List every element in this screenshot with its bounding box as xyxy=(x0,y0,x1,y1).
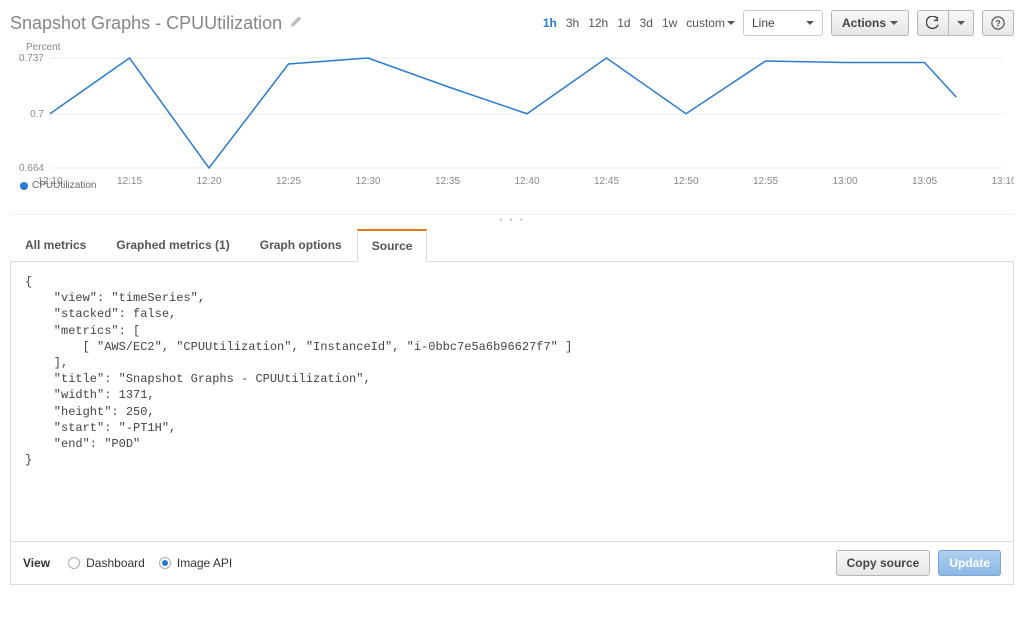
svg-text:12:20: 12:20 xyxy=(196,176,221,187)
range-1h[interactable]: 1h xyxy=(543,16,557,30)
copy-source-button[interactable]: Copy source xyxy=(836,550,931,576)
svg-text:12:55: 12:55 xyxy=(753,176,778,187)
range-custom-label: custom xyxy=(686,16,725,30)
refresh-menu-button[interactable] xyxy=(949,10,974,36)
range-custom[interactable]: custom xyxy=(686,16,735,30)
actions-label: Actions xyxy=(842,16,886,30)
footer-row: View Dashboard Image API Copy source Upd… xyxy=(10,542,1014,585)
chart-type-select[interactable]: Line xyxy=(743,10,823,36)
legend-label: CPUUtilization xyxy=(32,180,96,191)
range-3d[interactable]: 3d xyxy=(640,16,653,30)
refresh-icon xyxy=(926,16,940,30)
range-12h[interactable]: 12h xyxy=(588,16,608,30)
title-wrap: Snapshot Graphs - CPUUtilization xyxy=(10,13,302,34)
source-code-textarea[interactable]: { "view": "timeSeries", "stacked": false… xyxy=(10,262,1014,542)
range-3h[interactable]: 3h xyxy=(566,16,579,30)
radio-icon xyxy=(68,557,80,569)
svg-text:0.664: 0.664 xyxy=(19,163,44,174)
tab-graphed-metrics[interactable]: Graphed metrics (1) xyxy=(101,229,244,262)
chart-type-selected: Line xyxy=(752,16,775,30)
svg-text:12:50: 12:50 xyxy=(673,176,698,187)
svg-text:?: ? xyxy=(995,19,1000,29)
legend-dot-icon xyxy=(20,182,28,190)
help-icon: ? xyxy=(991,16,1005,30)
footer-buttons: Copy source Update xyxy=(836,550,1001,576)
tab-all-metrics[interactable]: All metrics xyxy=(10,229,101,262)
actions-menu-button[interactable]: Actions xyxy=(831,10,909,36)
svg-text:12:35: 12:35 xyxy=(435,176,460,187)
radio-image-api-label: Image API xyxy=(177,556,232,570)
svg-text:13:00: 13:00 xyxy=(832,176,857,187)
tab-source[interactable]: Source xyxy=(357,229,428,262)
chart-area: Percent 0.6640.70.73712:1012:1512:2012:2… xyxy=(10,40,1014,215)
edit-title-icon[interactable] xyxy=(290,16,302,31)
time-range-picker: 1h 3h 12h 1d 3d 1w custom xyxy=(543,16,735,30)
chevron-down-icon xyxy=(806,21,814,25)
radio-image-api[interactable]: Image API xyxy=(159,556,232,570)
update-button[interactable]: Update xyxy=(938,550,1001,576)
resize-grip-icon[interactable]: • • • xyxy=(10,215,1014,226)
chevron-down-icon xyxy=(727,21,735,25)
svg-text:12:40: 12:40 xyxy=(514,176,539,187)
y-axis-title: Percent xyxy=(26,42,60,53)
range-1w[interactable]: 1w xyxy=(662,16,677,30)
svg-text:13:05: 13:05 xyxy=(912,176,937,187)
toolbar-right: 1h 3h 12h 1d 3d 1w custom Line Actions xyxy=(543,10,1014,36)
refresh-button-group xyxy=(917,10,974,36)
svg-text:12:15: 12:15 xyxy=(117,176,142,187)
tab-graph-options[interactable]: Graph options xyxy=(245,229,357,262)
svg-text:12:30: 12:30 xyxy=(355,176,380,187)
radio-icon xyxy=(159,557,171,569)
svg-text:12:45: 12:45 xyxy=(594,176,619,187)
range-1d[interactable]: 1d xyxy=(617,16,630,30)
tabs-row: All metrics Graphed metrics (1) Graph op… xyxy=(10,228,1014,262)
chevron-down-icon xyxy=(957,21,965,25)
header-row: Snapshot Graphs - CPUUtilization 1h 3h 1… xyxy=(10,10,1014,36)
svg-text:0.737: 0.737 xyxy=(19,53,44,64)
svg-text:12:25: 12:25 xyxy=(276,176,301,187)
view-label: View xyxy=(23,556,50,570)
svg-text:13:10: 13:10 xyxy=(991,176,1014,187)
radio-dashboard-label: Dashboard xyxy=(86,556,145,570)
page-title: Snapshot Graphs - CPUUtilization xyxy=(10,13,282,34)
refresh-button[interactable] xyxy=(917,10,949,36)
radio-dashboard[interactable]: Dashboard xyxy=(68,556,145,570)
view-options: View Dashboard Image API xyxy=(23,556,232,570)
line-chart[interactable]: 0.6640.70.73712:1012:1512:2012:2512:3012… xyxy=(10,40,1014,190)
svg-text:0.7: 0.7 xyxy=(30,109,44,120)
chevron-down-icon xyxy=(890,21,898,25)
help-button[interactable]: ? xyxy=(982,10,1014,36)
